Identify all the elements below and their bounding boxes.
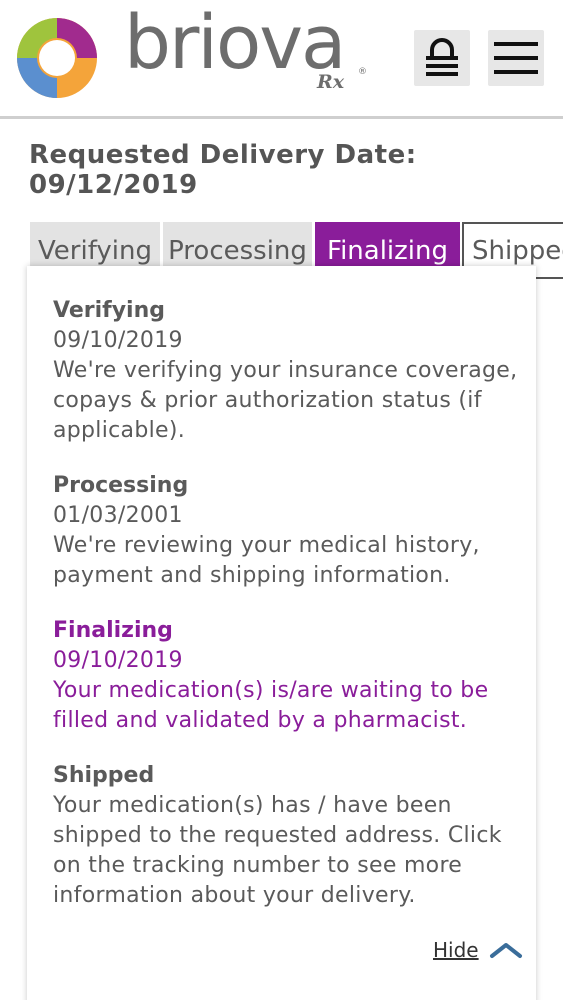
- step-processing: Processing 01/03/2001 We're reviewing yo…: [53, 471, 523, 591]
- step-verifying: Verifying 09/10/2019 We're verifying you…: [53, 296, 523, 446]
- lock-button[interactable]: [414, 30, 470, 86]
- step-description: Your medication(s) is/are waiting to be …: [53, 678, 489, 733]
- page: briova Rx ® Requested Delivery Date: 09/…: [0, 0, 563, 1000]
- brand-name: briova: [124, 0, 346, 86]
- hamburger-menu-icon: [494, 42, 538, 74]
- chevron-up-icon[interactable]: [489, 941, 523, 959]
- step-shipped: Shipped Your medication(s) has / have be…: [53, 761, 523, 911]
- brand-registered: ®: [358, 67, 367, 77]
- step-title: Finalizing: [53, 618, 173, 643]
- app-header: briova Rx ®: [0, 0, 563, 119]
- step-date: 09/10/2019: [53, 328, 183, 353]
- step-date: 01/03/2001: [53, 503, 183, 528]
- status-steps-list: Verifying 09/10/2019 We're verifying you…: [53, 296, 523, 936]
- step-description: We're reviewing your medical history, pa…: [53, 533, 480, 588]
- briova-logo-mark: [17, 18, 97, 98]
- step-title: Verifying: [53, 298, 165, 323]
- hide-toggle[interactable]: Hide: [433, 938, 523, 962]
- step-description: Your medication(s) has / have been shipp…: [53, 793, 502, 908]
- requested-delivery-date: Requested Delivery Date: 09/12/2019: [29, 140, 417, 200]
- menu-button[interactable]: [488, 30, 544, 86]
- step-date: 09/10/2019: [53, 648, 183, 673]
- hide-link[interactable]: Hide: [433, 938, 479, 962]
- lock-icon: [426, 38, 458, 76]
- brand-rx: Rx: [317, 71, 345, 93]
- step-title: Processing: [53, 473, 189, 498]
- step-finalizing: Finalizing 09/10/2019 Your medication(s)…: [53, 616, 523, 736]
- step-title: Shipped: [53, 763, 155, 788]
- status-details-panel: Verifying 09/10/2019 We're verifying you…: [27, 266, 536, 1000]
- step-description: We're verifying your insurance coverage,…: [53, 358, 518, 443]
